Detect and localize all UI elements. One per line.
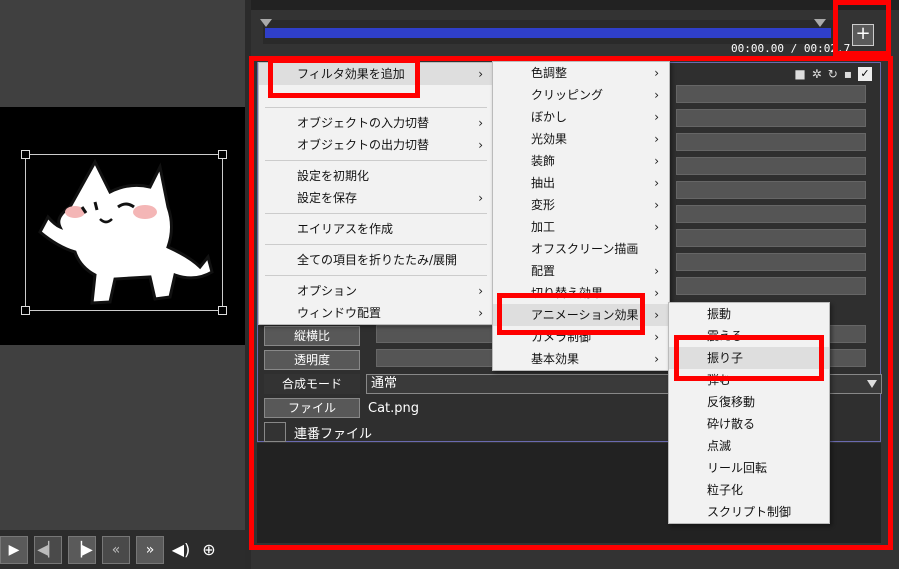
highlight-plus-button — [833, 0, 891, 56]
top-strip — [251, 0, 899, 10]
highlight-pendulum — [674, 335, 824, 381]
fast-forward-icon[interactable]: » — [136, 535, 164, 564]
step-forward-icon[interactable]: ▕▶ — [68, 535, 96, 564]
step-back-icon[interactable]: ◀▏ — [34, 535, 62, 564]
resize-handle-bl[interactable] — [21, 306, 30, 315]
transport-bar: ▶ ◀▏ ▕▶ « » ◀) ⊕ — [0, 530, 245, 569]
speaker-icon[interactable]: ◀) — [170, 540, 192, 559]
seekbar-fill[interactable] — [265, 28, 831, 38]
app-window: ▶ ◀▏ ▕▶ « » ◀) ⊕ 00:00.00 / 00:02.7 + ■ … — [0, 0, 899, 569]
preview-canvas[interactable] — [0, 107, 245, 345]
zoom-icon[interactable]: ⊕ — [198, 540, 220, 559]
resize-handle-br[interactable] — [218, 306, 227, 315]
highlight-animation — [497, 293, 645, 335]
selection-box[interactable] — [21, 150, 227, 315]
highlight-add-filter — [268, 58, 420, 98]
rewind-icon[interactable]: « — [102, 535, 130, 564]
play-icon[interactable]: ▶ — [0, 535, 28, 564]
preview-pane: ▶ ◀▏ ▕▶ « » ◀) ⊕ — [0, 0, 245, 569]
seek-end-marker[interactable] — [814, 19, 826, 27]
resize-handle-tr[interactable] — [218, 150, 227, 159]
seek-start-marker[interactable] — [260, 19, 272, 27]
resize-handle-tl[interactable] — [21, 150, 30, 159]
